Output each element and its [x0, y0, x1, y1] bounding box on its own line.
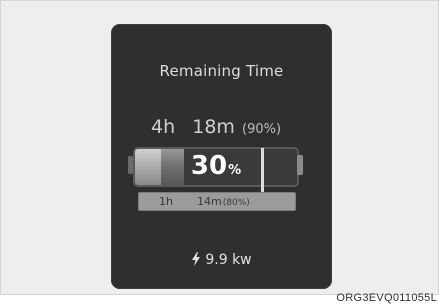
target-percent: (80%) — [222, 198, 250, 208]
charging-power: 9.9 kw — [111, 252, 332, 268]
battery-charge-readout: 30% — [135, 151, 297, 181]
target-charge-estimate: 1h 14m(80%) — [138, 192, 296, 211]
estimate-percent: (90%) — [242, 122, 282, 137]
target-charge-marker — [261, 148, 264, 192]
charging-power-value: 9.9 kw — [205, 252, 252, 268]
lightning-bolt-icon — [192, 252, 201, 266]
battery-terminal-right — [297, 155, 303, 175]
battery-charge-unit: % — [228, 163, 242, 178]
display-title: Remaining Time — [159, 62, 284, 80]
estimate-hours: 4h — [151, 116, 176, 138]
remaining-time-display: Remaining Time 4h 18m (90%) 30% 1h 14m(8… — [111, 24, 332, 289]
battery-gauge: 30% — [133, 147, 299, 187]
target-minutes: 14m — [197, 195, 222, 208]
estimate-minutes: 18m — [192, 116, 235, 138]
full-charge-estimate: 4h 18m (90%) — [151, 116, 281, 138]
target-time: 14m(80%) — [197, 193, 250, 212]
target-hours: 1h — [159, 195, 173, 208]
figure-frame: Remaining Time 4h 18m (90%) 30% 1h 14m(8… — [0, 0, 439, 295]
image-code: ORG3EVQ011055L — [336, 292, 437, 304]
battery-charge-value: 30 — [190, 151, 228, 181]
